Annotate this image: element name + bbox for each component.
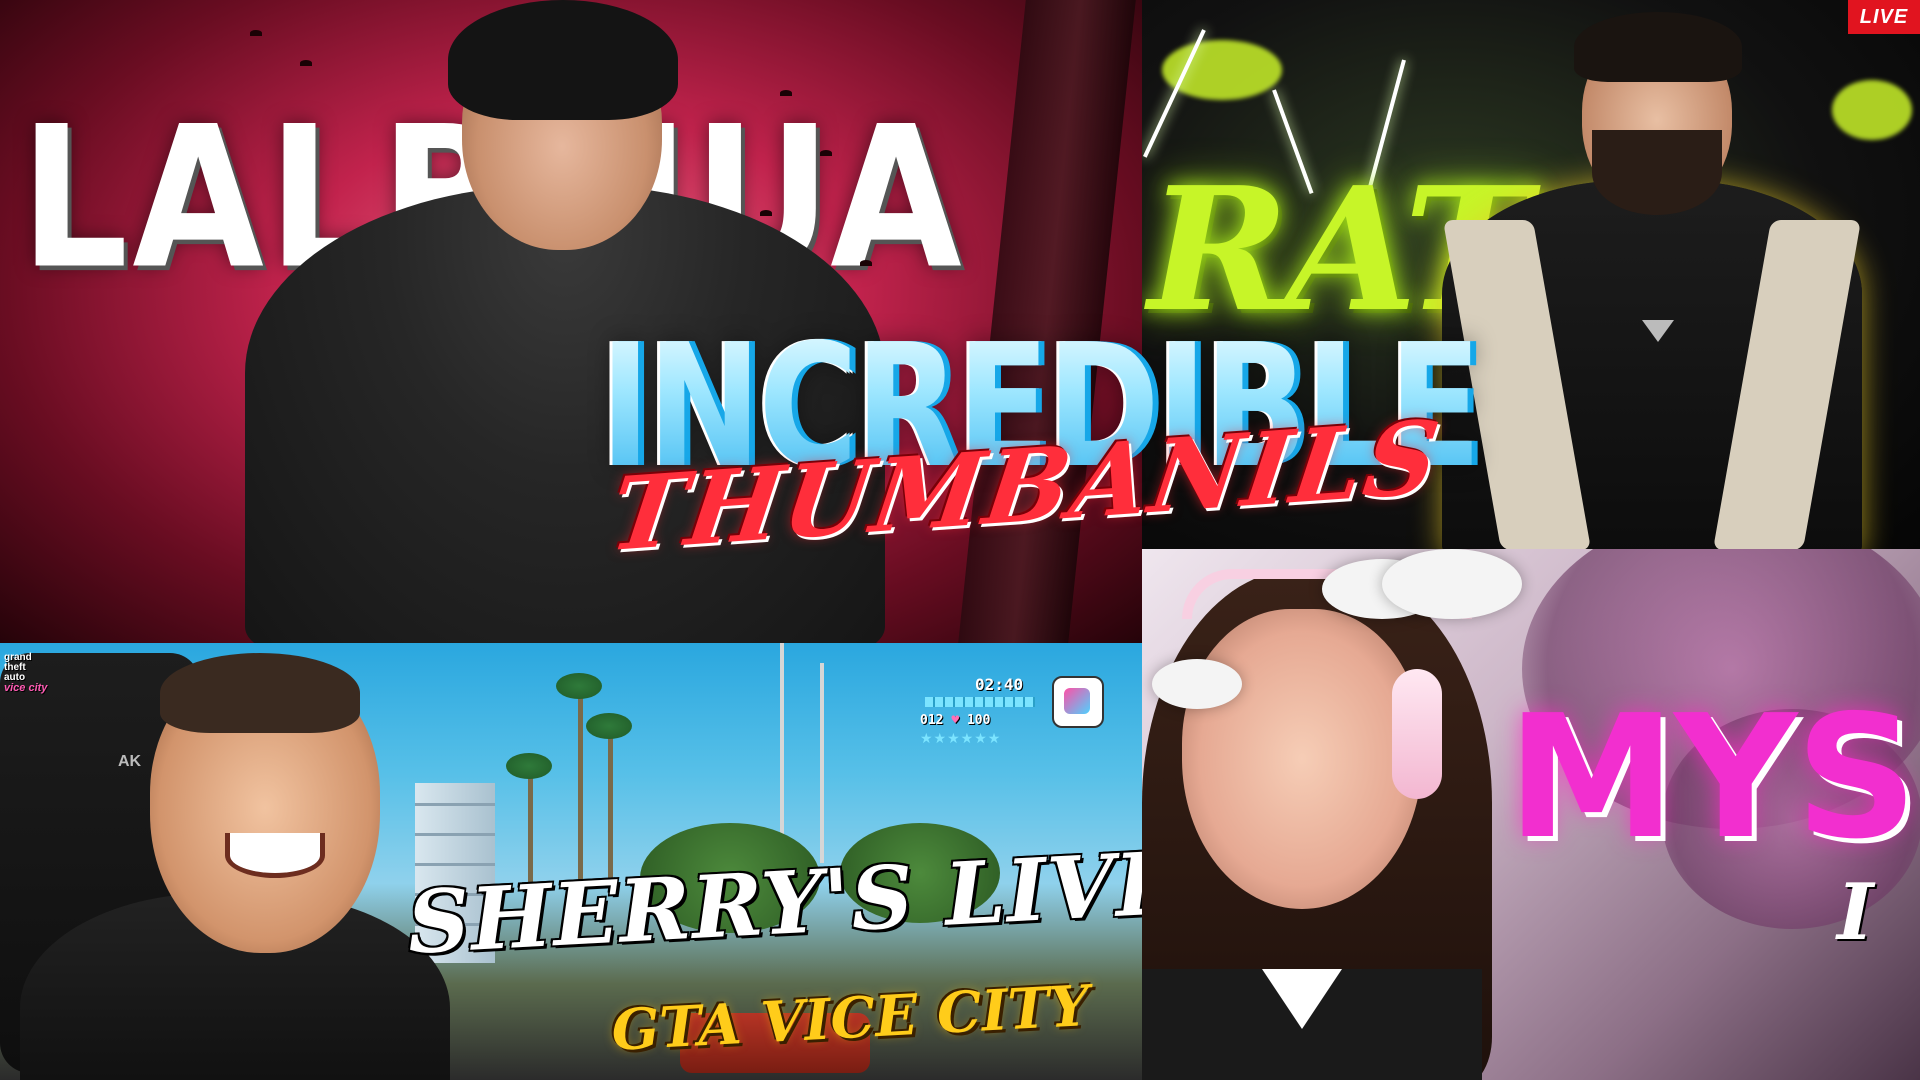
hud-armor-value: 012 (920, 713, 944, 728)
bird-silhouette (760, 210, 772, 216)
hud-clock: 02:40 (975, 675, 1024, 694)
person-smile (225, 833, 325, 878)
cloud (1382, 549, 1522, 619)
hud-health-bar (925, 697, 1035, 707)
person-hair (160, 653, 360, 733)
thumbnail-top-right: RAT LIVE (1142, 0, 1920, 549)
palm-tree (578, 683, 583, 883)
person-hair (448, 0, 678, 120)
street-pole (780, 643, 784, 863)
palm-tree-leaves (586, 713, 632, 739)
stream-title: SHERRY'S LIVE (405, 832, 1142, 974)
partial-subtitle: I (1837, 867, 1874, 958)
channel-title: MYS (1507, 679, 1918, 877)
bird-silhouette (250, 30, 262, 36)
neon-splash (1832, 80, 1912, 140)
live-badge: LIVE (1848, 0, 1920, 34)
palm-tree-leaves (506, 753, 552, 779)
bird-silhouette (780, 90, 792, 96)
person-beard (1592, 130, 1722, 215)
thumbnail-bottom-left: 02:40 012 ♥ 100 ★★★★★★ AK grand theft au… (0, 643, 1142, 1080)
thumbnail-top-left: LALBLIUA (0, 0, 1142, 643)
tree-trunk (958, 0, 1136, 643)
person-face (1182, 609, 1422, 909)
hud-health-value: 100 (966, 713, 991, 728)
heart-icon: ♥ (951, 713, 960, 728)
thumbnail-collage: LALBLIUA RAT LIVE (0, 0, 1920, 1080)
bird-silhouette (860, 260, 872, 266)
hud-stats: 012 ♥ 100 (920, 713, 990, 728)
bird-silhouette (820, 150, 832, 156)
gta-logo: grand theft auto vice city (4, 653, 54, 694)
person-hair (1574, 12, 1742, 82)
street-pole (820, 663, 824, 863)
neon-splash (1162, 40, 1282, 100)
palm-tree-leaves (556, 673, 602, 699)
chest-logo-icon (1642, 320, 1674, 342)
thumbnail-bottom-right: MYS I (1142, 549, 1920, 1080)
logo-line: vice city (4, 682, 48, 694)
cloud (1152, 659, 1242, 709)
wanted-stars: ★★★★★★ (920, 731, 1002, 747)
person-hoodie (245, 185, 885, 643)
headphones-icon (1392, 669, 1442, 799)
game-subtitle: GTA VICE CITY (610, 972, 1091, 1064)
chair-brand-text: AK (118, 753, 142, 770)
weapon-icon (1052, 676, 1104, 728)
bird-silhouette (300, 60, 312, 66)
